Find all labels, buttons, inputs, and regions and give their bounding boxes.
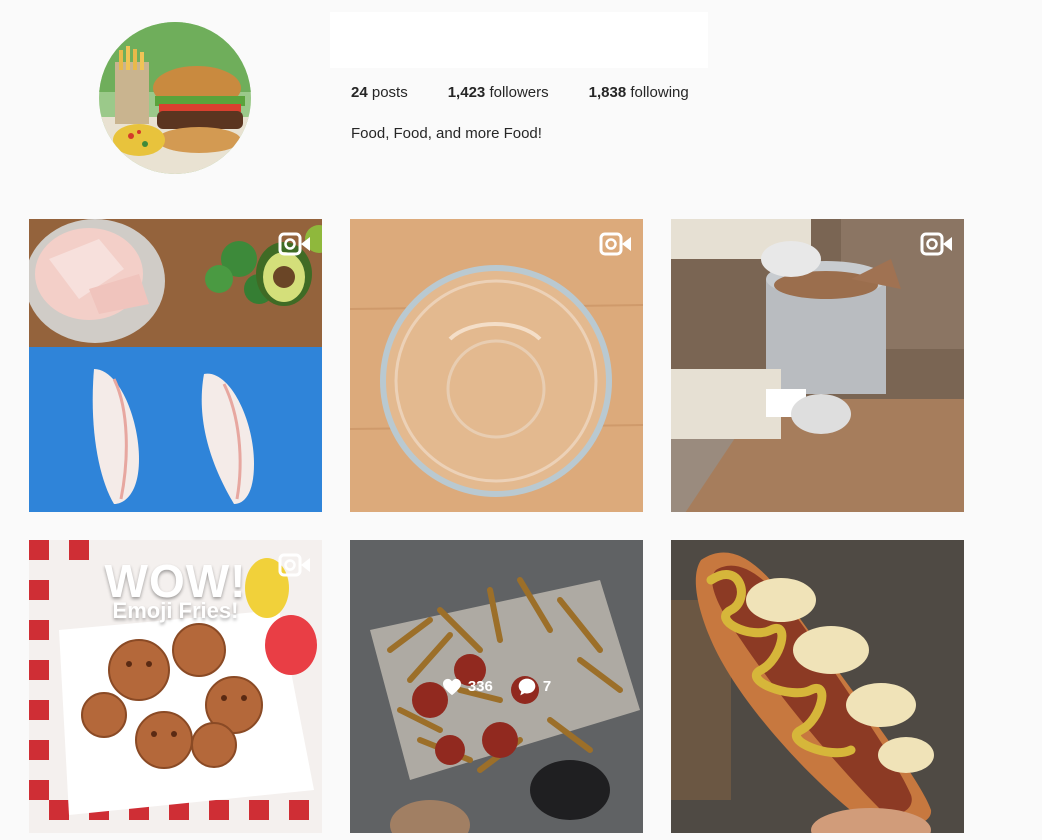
followers-label: followers [489, 84, 549, 101]
likes-count: 336 [467, 678, 493, 695]
profile-stats: 24 posts 1,423 followers 1,838 following [351, 84, 729, 101]
followers-count: 1,423 [447, 84, 486, 101]
post-tile-1[interactable] [29, 219, 322, 512]
post-tile-4[interactable]: WOW! Emoji Fries! [29, 540, 322, 833]
comment-bubble-icon [518, 678, 536, 695]
burger-image [99, 22, 251, 174]
post-hover-overlay: 336 7 [350, 540, 643, 833]
fish-fillet-image [29, 219, 322, 512]
posts-label: posts [371, 84, 408, 101]
glass-bowl-image [350, 219, 643, 512]
profile-bio: Food, Food, and more Food! [351, 125, 542, 142]
post-subheadline: Emoji Fries! [112, 598, 239, 623]
username-box [330, 12, 708, 68]
followers-stat[interactable]: 1,423 followers [448, 84, 549, 101]
video-camera-icon [599, 232, 631, 256]
following-label: following [630, 84, 689, 101]
video-camera-icon [278, 553, 310, 577]
comments-stat: 7 [517, 677, 551, 697]
chocolate-pot-image [671, 219, 964, 512]
video-camera-icon [278, 232, 310, 256]
following-stat[interactable]: 1,838 following [589, 84, 689, 101]
post-tile-3[interactable] [671, 219, 964, 512]
profile-page: 24 posts 1,423 followers 1,838 following… [0, 0, 1042, 840]
video-camera-icon [920, 232, 952, 256]
comments-count: 7 [542, 678, 552, 695]
posts-stat: 24 posts [351, 84, 408, 101]
post-tile-5[interactable]: 336 7 [350, 540, 643, 833]
post-tile-6[interactable] [671, 540, 964, 833]
posts-count: 24 [351, 84, 368, 101]
hot-dog-image [671, 540, 964, 833]
post-tile-2[interactable] [350, 219, 643, 512]
following-count: 1,838 [588, 84, 627, 101]
heart-icon [442, 678, 461, 695]
profile-avatar[interactable] [99, 22, 251, 174]
likes-stat: 336 [442, 678, 493, 696]
